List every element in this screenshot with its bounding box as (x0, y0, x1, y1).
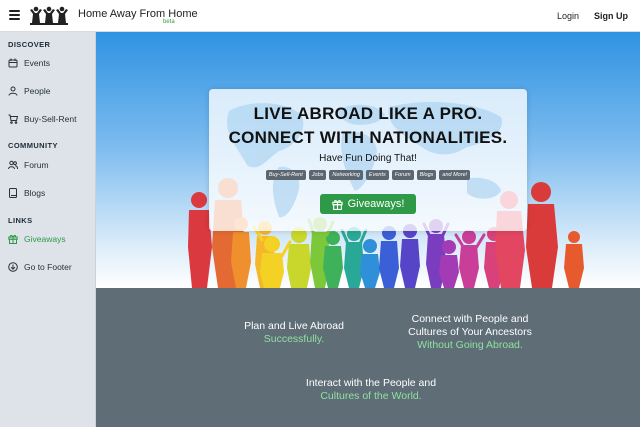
hero-card: LIVE ABROAD LIKE A PRO. CONNECT WITH NAT… (209, 89, 527, 231)
sidebar-item-go-to-footer[interactable]: Go to Footer (8, 260, 72, 274)
brand-name[interactable]: Home Away From Home (78, 8, 198, 20)
sidebar-item-label: Blogs (24, 188, 46, 198)
hero-headline-line1: LIVE ABROAD LIKE A PRO. (253, 104, 483, 123)
top-bar: Home Away From Home beta Login Sign Up (0, 0, 640, 32)
sidebar-item-label: People (24, 86, 51, 96)
feature-connect: Connect with People and Cultures of Your… (370, 313, 570, 352)
giveaways-button[interactable]: Giveaways! (320, 194, 416, 214)
gift-icon (331, 199, 343, 210)
section-title-community: COMMUNITY (8, 141, 58, 150)
users-icon (8, 160, 18, 170)
feature-plan: Plan and Live Abroad Successfully. (208, 320, 380, 346)
login-link[interactable]: Login (557, 11, 579, 21)
sidebar-item-label: Events (24, 58, 50, 68)
calendar-icon (8, 58, 18, 68)
sidebar-item-forum[interactable]: Forum (8, 158, 49, 172)
hamburger-menu-icon[interactable] (9, 10, 20, 20)
sidebar-item-buy-sell-rent[interactable]: Buy-Sell-Rent (8, 112, 76, 126)
hero-headline-line2: CONNECT WITH NATIONALITIES. (228, 128, 508, 147)
feature-connect-text-1: Connect with People and (411, 313, 529, 325)
sidebar-item-label: Forum (24, 160, 49, 170)
sidebar-item-label: Go to Footer (24, 262, 72, 272)
sidebar-item-blogs[interactable]: Blogs (8, 186, 45, 200)
feature-plan-highlight: Successfully. (263, 333, 325, 345)
sidebar-item-giveaways[interactable]: Giveaways (8, 232, 66, 246)
feature-interact: Interact with the People and Cultures of… (276, 377, 466, 403)
features-section: Plan and Live Abroad Successfully. Conne… (96, 288, 640, 427)
hero-subtitle: Have Fun Doing That! (319, 153, 417, 164)
tag-and-more[interactable]: and More! (439, 170, 471, 180)
hero-tags: Buy-Sell-Rent Jobs Networking Events For… (209, 170, 527, 180)
tag-buy-sell-rent[interactable]: Buy-Sell-Rent (265, 170, 306, 180)
person-icon (8, 86, 18, 96)
hero-banner: LIVE ABROAD LIKE A PRO. CONNECT WITH NAT… (96, 32, 640, 288)
feature-interact-text: Interact with the People and (305, 377, 437, 389)
beta-badge: beta (163, 19, 175, 25)
arrow-down-circle-icon (8, 262, 18, 272)
book-icon (9, 188, 17, 198)
sidebar-item-label: Buy-Sell-Rent (24, 114, 77, 124)
cart-icon (8, 114, 18, 124)
feature-plan-text: Plan and Live Abroad (244, 320, 344, 332)
feature-connect-highlight: Without Going Abroad. (417, 339, 523, 351)
section-title-links: LINKS (8, 216, 33, 225)
signup-link[interactable]: Sign Up (594, 11, 628, 21)
giveaways-button-label: Giveaways! (347, 198, 405, 210)
section-title-discover: DISCOVER (8, 40, 51, 49)
tag-forum[interactable]: Forum (391, 170, 414, 180)
sidebar-item-label: Giveaways (24, 234, 66, 244)
tag-blogs[interactable]: Blogs (416, 170, 437, 180)
feature-connect-text-2: Cultures of Your Ancestors (408, 326, 532, 338)
gift-icon (8, 234, 18, 244)
sidebar-item-events[interactable]: Events (8, 56, 50, 70)
feature-interact-highlight: Cultures of the World. (320, 390, 422, 402)
tag-networking[interactable]: Networking (329, 170, 363, 180)
tag-jobs[interactable]: Jobs (308, 170, 327, 180)
tag-events[interactable]: Events (365, 170, 389, 180)
sidebar-item-people[interactable]: People (8, 84, 50, 98)
logo[interactable] (30, 5, 68, 25)
sidebar: DISCOVER Events People Buy-Sell-Rent COM… (0, 32, 96, 427)
